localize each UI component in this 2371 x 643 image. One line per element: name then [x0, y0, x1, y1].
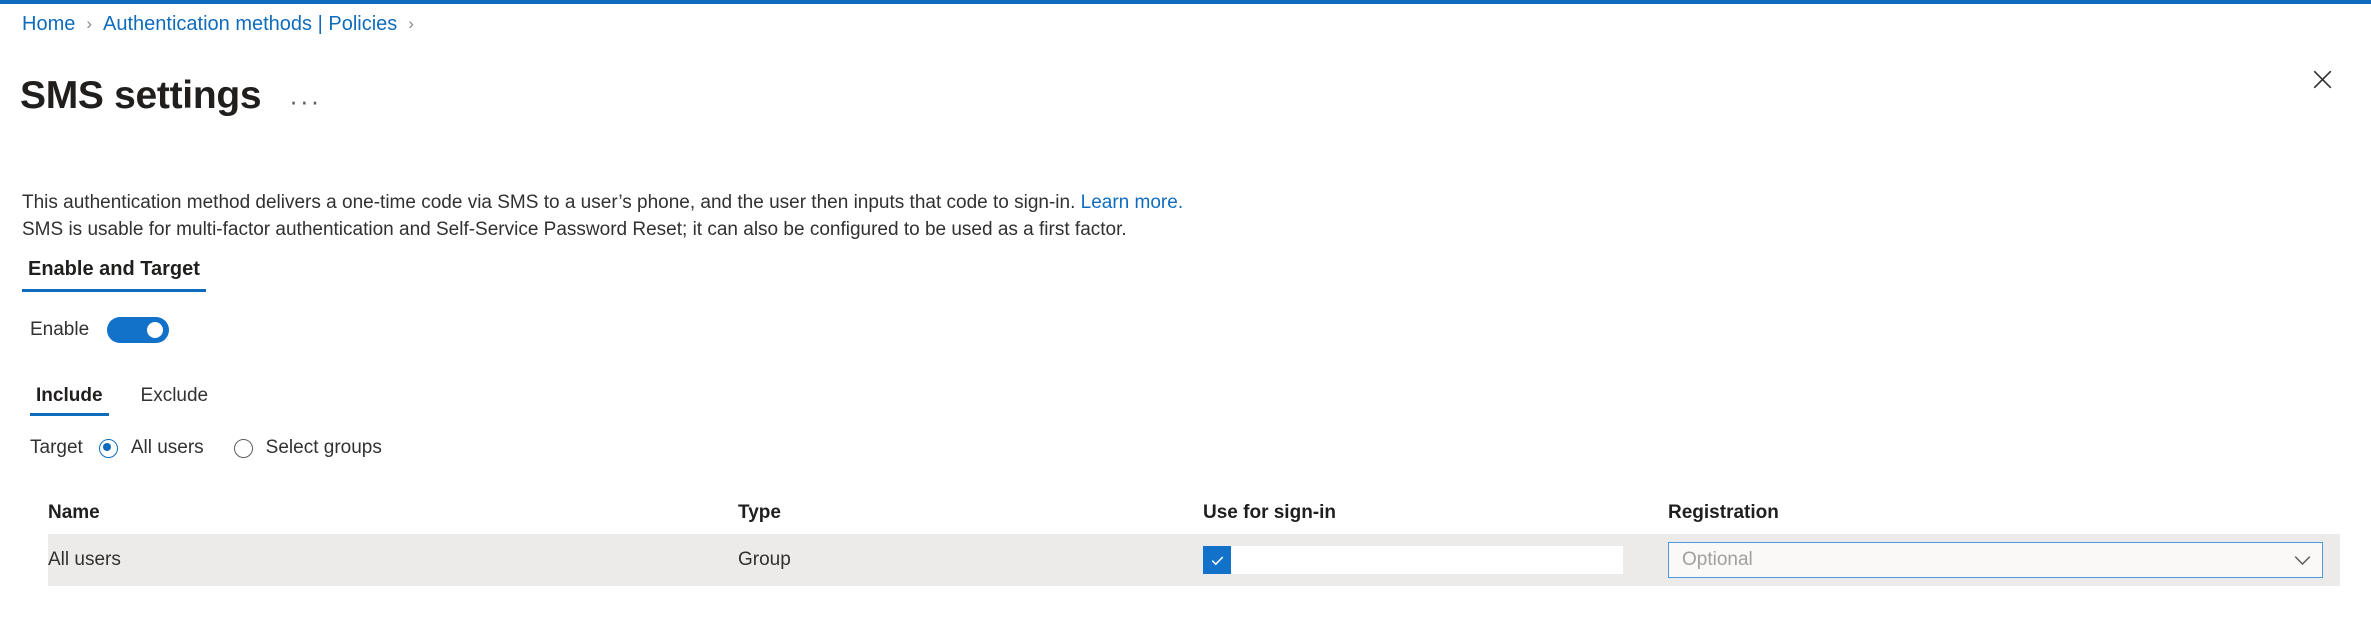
description-text: This authentication method delivers a on…: [22, 189, 1183, 243]
description-line-1: This authentication method delivers a on…: [22, 192, 1081, 213]
radio-select-groups[interactable]: Select groups: [233, 437, 382, 459]
column-header-use-for-sign-in: Use for sign-in: [1203, 502, 1337, 523]
registration-dropdown-value: Optional: [1682, 549, 1753, 570]
registration-dropdown[interactable]: Optional: [1668, 542, 2323, 578]
checkmark-icon: [1209, 552, 1226, 569]
close-icon: [2313, 70, 2332, 89]
target-label: Target: [30, 437, 83, 458]
learn-more-link[interactable]: Learn more.: [1081, 192, 1183, 213]
top-accent-bar: [0, 0, 2371, 4]
table-row[interactable]: All users Group Optional: [48, 534, 2340, 586]
sign-in-field: [1203, 546, 1623, 574]
radio-all-users[interactable]: All users: [98, 437, 204, 459]
cell-name: All users: [48, 549, 121, 570]
cell-use-for-sign-in: [1203, 546, 1668, 574]
cell-registration: Optional: [1668, 542, 2340, 578]
include-exclude-tabs: Include Exclude: [30, 385, 214, 416]
tab-exclude[interactable]: Exclude: [135, 385, 215, 416]
more-options-icon[interactable]: ···: [283, 88, 327, 114]
radio-circle-icon: [233, 438, 253, 458]
breadcrumb-item-authentication-methods[interactable]: Authentication methods | Policies: [103, 14, 397, 34]
radio-select-groups-label: Select groups: [265, 437, 382, 458]
page-title: SMS settings: [20, 74, 262, 118]
enable-toggle[interactable]: [107, 317, 170, 343]
cell-type: Group: [738, 549, 791, 570]
title-row: SMS settings ···: [20, 48, 327, 144]
breadcrumb-separator-icon: ›: [408, 14, 414, 33]
pivot-tabs: Enable and Target: [22, 258, 206, 292]
enable-row: Enable: [30, 317, 170, 343]
column-header-name: Name: [48, 502, 100, 523]
enable-label: Enable: [30, 319, 90, 340]
target-groups-table: Name Type Use for sign-in Registration A…: [48, 492, 2340, 586]
column-header-type: Type: [738, 502, 781, 523]
table-header-row: Name Type Use for sign-in Registration: [48, 492, 2340, 534]
breadcrumb-item-home[interactable]: Home: [22, 14, 75, 34]
radio-circle-icon: [98, 438, 118, 458]
breadcrumb-separator-icon: ›: [86, 14, 93, 33]
tab-include[interactable]: Include: [30, 385, 109, 416]
toggle-knob: [147, 322, 164, 338]
use-for-sign-in-checkbox[interactable]: [1203, 546, 1231, 574]
column-header-registration: Registration: [1668, 502, 1779, 523]
target-row: Target All users Select groups: [30, 437, 412, 459]
close-button[interactable]: [2305, 62, 2339, 96]
chevron-down-icon: [2294, 555, 2311, 566]
breadcrumb: Home › Authentication methods | Policies…: [22, 14, 425, 34]
description-line-2: SMS is usable for multi-factor authentic…: [22, 219, 1127, 240]
radio-all-users-label: All users: [130, 437, 204, 458]
tab-enable-and-target[interactable]: Enable and Target: [22, 258, 206, 292]
